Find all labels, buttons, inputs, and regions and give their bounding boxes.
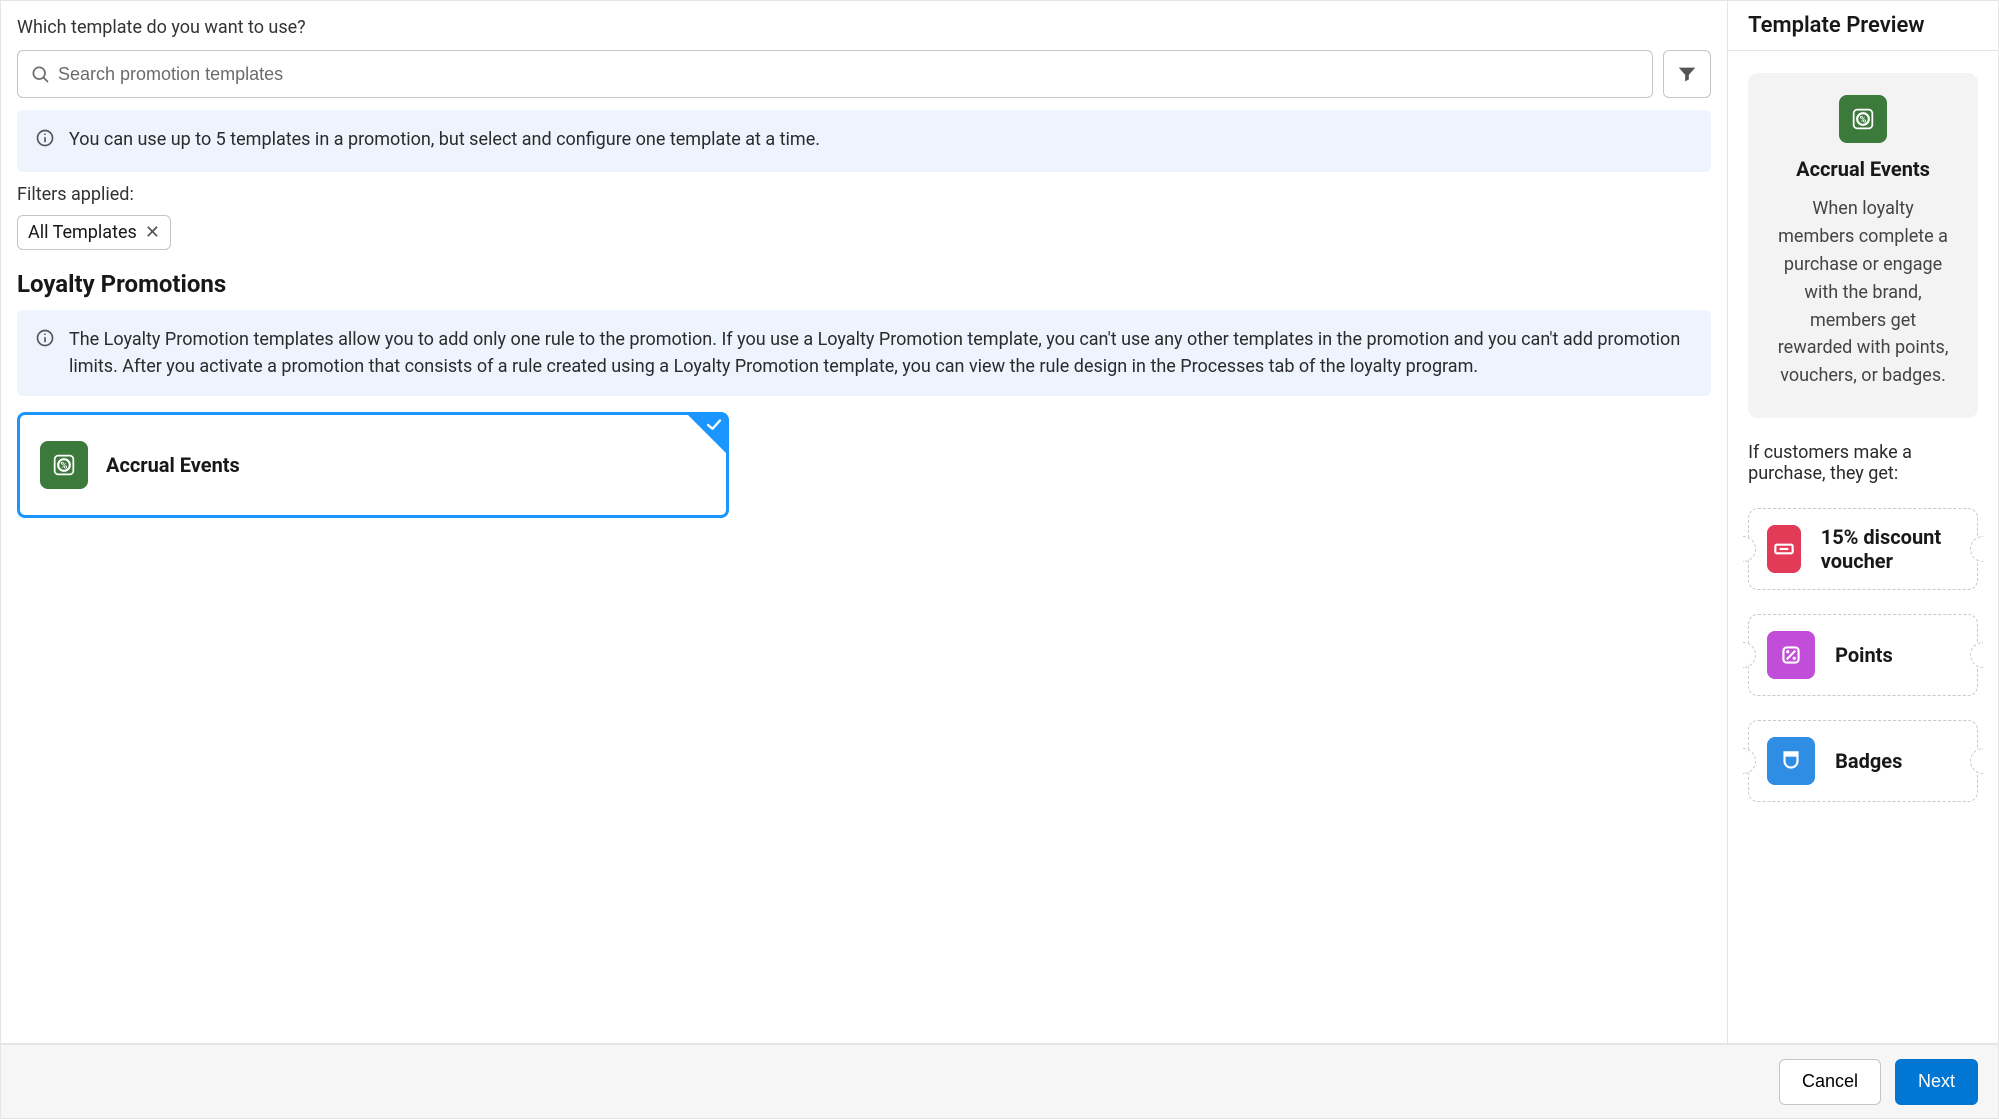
search-row (17, 50, 1711, 98)
reward-title: Points (1835, 643, 1893, 667)
preview-summary-card: % Accrual Events When loyalty members co… (1748, 73, 1978, 418)
template-card-title: Accrual Events (106, 453, 240, 477)
badges-icon (1767, 737, 1815, 785)
search-input[interactable] (58, 64, 1640, 85)
selected-check-icon (705, 416, 723, 438)
filter-icon (1676, 63, 1698, 85)
reward-title: 15% discount voucher (1821, 525, 1959, 573)
info-icon (35, 128, 55, 156)
preview-sub-label: If customers make a purchase, they get: (1748, 442, 1978, 484)
reward-card-points: Points (1748, 614, 1978, 696)
question-label: Which template do you want to use? (17, 17, 1711, 38)
filter-chips: All Templates ✕ (17, 215, 1711, 250)
info-banner-text: The Loyalty Promotion templates allow yo… (69, 326, 1693, 380)
preview-description: When loyalty members complete a purchase… (1772, 195, 1954, 390)
reward-card-badges: Badges (1748, 720, 1978, 802)
points-icon (1767, 631, 1815, 679)
template-preview-pane: Template Preview % Accrual Events When l… (1727, 1, 1998, 1043)
footer-bar: Cancel Next (0, 1044, 1999, 1119)
accrual-events-icon: % (1839, 95, 1887, 143)
cancel-button[interactable]: Cancel (1779, 1059, 1881, 1105)
section-heading-loyalty: Loyalty Promotions (17, 270, 1711, 298)
filters-applied-label: Filters applied: (17, 184, 1711, 205)
remove-chip-icon[interactable]: ✕ (145, 224, 160, 242)
template-card-accrual-events[interactable]: % Accrual Events (17, 412, 729, 518)
filter-button[interactable] (1663, 50, 1711, 98)
reward-title: Badges (1835, 749, 1902, 773)
filter-chip-all-templates[interactable]: All Templates ✕ (17, 215, 171, 250)
info-banner-text: You can use up to 5 templates in a promo… (69, 126, 820, 153)
search-box[interactable] (17, 50, 1653, 98)
next-button[interactable]: Next (1895, 1059, 1978, 1105)
voucher-icon (1767, 525, 1801, 573)
filter-chip-label: All Templates (28, 222, 137, 243)
svg-text:%: % (61, 461, 68, 472)
search-icon (30, 64, 50, 84)
info-icon (35, 328, 55, 356)
template-grid: % Accrual Events (17, 412, 1711, 518)
preview-header: Template Preview (1728, 1, 1998, 51)
preview-title: Accrual Events (1796, 157, 1930, 181)
template-selection-pane: Which template do you want to use? (1, 1, 1727, 1043)
info-banner-loyalty: The Loyalty Promotion templates allow yo… (17, 310, 1711, 396)
info-banner-limit: You can use up to 5 templates in a promo… (17, 110, 1711, 172)
svg-text:%: % (1860, 115, 1867, 126)
accrual-events-icon: % (40, 441, 88, 489)
reward-card-voucher: 15% discount voucher (1748, 508, 1978, 590)
rewards-list: 15% discount voucher Points (1748, 508, 1978, 802)
